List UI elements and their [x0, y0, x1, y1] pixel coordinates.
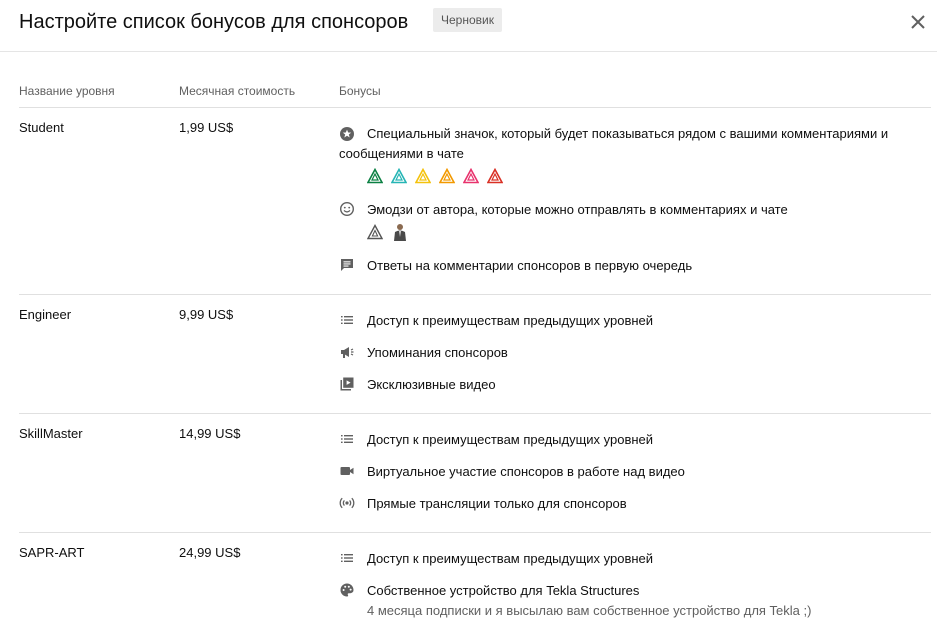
- loyalty-badge-icon: [487, 168, 503, 184]
- tier-name: SkillMaster: [19, 426, 83, 441]
- column-header-tier: Название уровня: [19, 84, 115, 98]
- list-icon: [341, 554, 353, 562]
- list-icon: [341, 316, 353, 324]
- perk-text: Доступ к преимуществам предыдущих уровне…: [367, 551, 654, 566]
- tier-name: Engineer: [19, 307, 72, 322]
- tier-price: 14,99 US$: [179, 426, 241, 441]
- close-icon: [911, 15, 925, 29]
- dialog-title: Настройте список бонусов для спонсоров: [19, 11, 409, 33]
- tier-name: SAPR-ART: [19, 545, 85, 560]
- header-divider: [19, 107, 931, 108]
- smiley-icon: [339, 201, 355, 217]
- tier-price: 1,99 US$: [179, 120, 234, 135]
- perk-text: Эмодзи от автора, которые можно отправля…: [367, 202, 788, 217]
- perk-text: Специальный значок, который будет показы…: [339, 126, 889, 161]
- tier-divider: [19, 413, 931, 414]
- live-broadcast-icon: [339, 497, 355, 509]
- tier-name: Student: [19, 120, 64, 135]
- perk-text: Эксклюзивные видео: [367, 377, 496, 392]
- loyalty-badge-icon: [439, 168, 455, 184]
- column-header-perks: Бонусы: [339, 84, 381, 98]
- tier-divider: [19, 294, 931, 295]
- status-badge: Черновик: [433, 8, 502, 32]
- loyalty-badge-icon: [415, 168, 431, 184]
- loyalty-badge-icon: [367, 168, 383, 184]
- perk-text: Упоминания спонсоров: [367, 345, 508, 360]
- perk-text: Прямые трансляции только для спонсоров: [367, 496, 627, 511]
- palette-icon: [340, 583, 354, 597]
- loyalty-badges: [367, 168, 503, 184]
- loyalty-badge-icon: [391, 168, 407, 184]
- perk-text: Доступ к преимуществам предыдущих уровне…: [367, 313, 654, 328]
- dialog-header: Настройте список бонусов для спонсоров Ч…: [0, 0, 937, 52]
- comment-icon: [341, 259, 353, 271]
- perk-description: 4 месяца подписки и я высылаю вам собств…: [367, 603, 812, 618]
- video-library-icon: [340, 377, 354, 391]
- megaphone-icon: [341, 347, 354, 358]
- tier-price: 24,99 US$: [179, 545, 241, 560]
- perk-text: Виртуальное участие спонсоров в работе н…: [367, 464, 685, 479]
- camera-icon: [340, 467, 354, 475]
- column-header-price: Месячная стоимость: [179, 84, 296, 98]
- perk-text: Собственное устройство для Tekla Structu…: [367, 583, 640, 598]
- close-button[interactable]: [905, 9, 931, 35]
- custom-emoji-row: [367, 223, 409, 241]
- emoji-triangle-icon: [367, 224, 383, 240]
- emoji-person-icon: [394, 224, 406, 241]
- loyalty-badge-icon: [463, 168, 479, 184]
- perk-text: Доступ к преимуществам предыдущих уровне…: [367, 432, 654, 447]
- list-icon: [341, 435, 353, 443]
- tier-price: 9,99 US$: [179, 307, 234, 322]
- perk-text: Ответы на комментарии спонсоров в первую…: [367, 258, 693, 273]
- tier-divider: [19, 532, 931, 533]
